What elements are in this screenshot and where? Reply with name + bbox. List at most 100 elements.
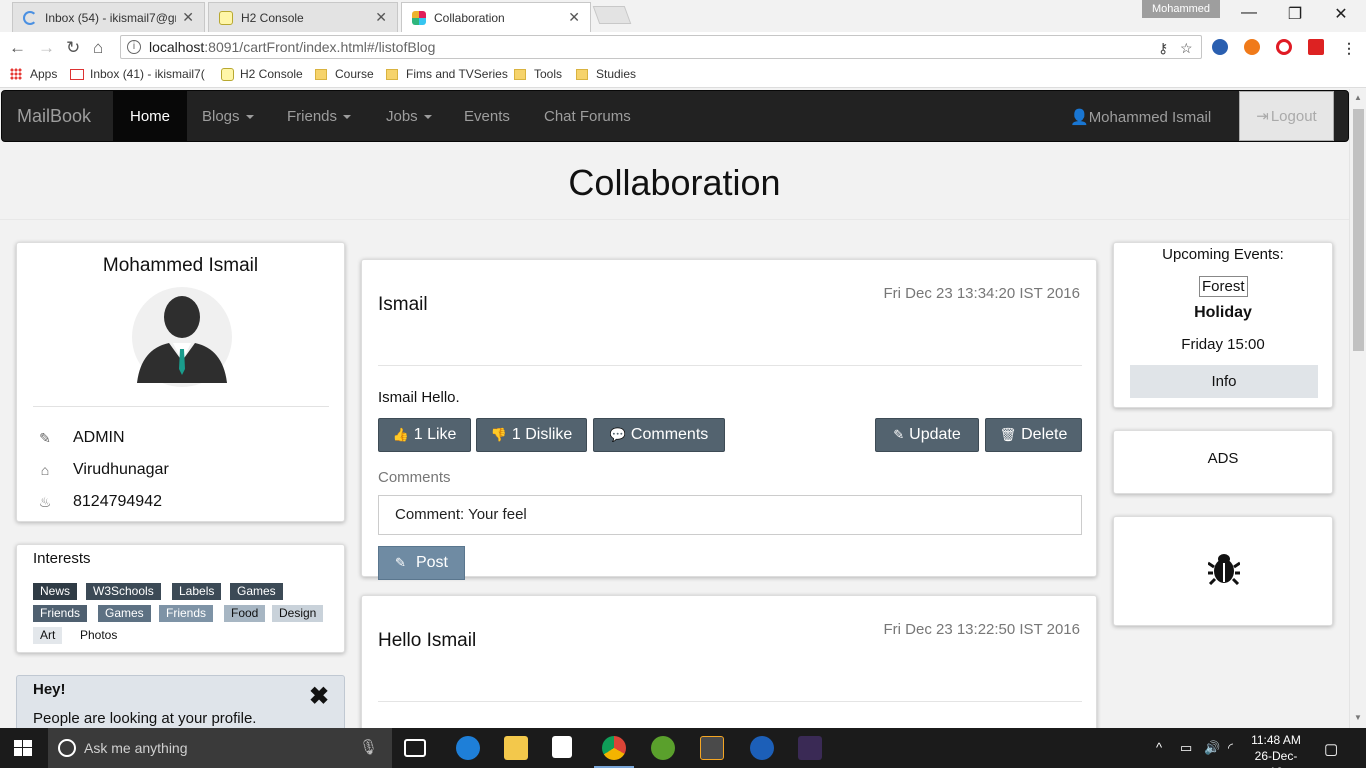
app-eagle-icon[interactable] <box>750 736 774 760</box>
nav-user[interactable]: 👤Mohammed Ismail <box>1070 108 1211 126</box>
interest-tag[interactable]: News <box>33 583 78 600</box>
task-view-icon[interactable] <box>404 739 426 757</box>
interest-tag[interactable]: W3Schools <box>86 583 161 600</box>
nav-chat-forums[interactable]: Chat Forums <box>544 108 631 125</box>
close-icon[interactable]: ✕ <box>182 9 194 26</box>
nav-friends[interactable]: Friends <box>287 108 352 125</box>
blog-title: Hello Ismail <box>378 630 477 651</box>
bookmark-inbox[interactable]: Inbox (41) - ikismail7( <box>70 67 205 81</box>
interest-tag[interactable]: Labels <box>172 583 222 600</box>
minimize-icon[interactable]: — <box>1226 4 1272 22</box>
bookmark-films[interactable]: Fims and TVSeries <box>386 67 508 81</box>
avatar <box>132 287 232 387</box>
tab-inbox[interactable]: Inbox (54) - ikismail7@gr ✕ <box>12 2 205 32</box>
logout-button[interactable]: ⇥ Logout <box>1239 91 1334 141</box>
home-icon[interactable]: ⌂ <box>93 38 103 58</box>
interest-tag[interactable]: Friends <box>159 605 214 622</box>
tray-chevron-icon[interactable]: ^ <box>1156 740 1162 755</box>
thumbs-down-icon: 👎 <box>490 427 507 442</box>
back-icon[interactable]: ← <box>9 38 26 58</box>
address-bar[interactable]: i localhost:8091/cartFront/index.html#/l… <box>120 35 1202 59</box>
birthday-cake-icon: ♨ <box>38 493 52 510</box>
volume-icon[interactable]: 🔊 <box>1204 740 1220 756</box>
pencil-icon: ✎ <box>395 555 406 570</box>
app-game-icon[interactable] <box>798 736 822 760</box>
scroll-up-icon[interactable]: ▲ <box>1354 93 1362 102</box>
scroll-down-icon[interactable]: ▼ <box>1354 713 1362 722</box>
post-button[interactable]: ✎ Post <box>378 546 465 580</box>
bookmark-studies[interactable]: Studies <box>576 67 636 81</box>
alert-title: Hey! <box>33 681 66 698</box>
comments-button[interactable]: 💬 Comments <box>593 418 725 452</box>
loading-icon <box>23 10 37 25</box>
extension-red-icon[interactable] <box>1308 39 1324 55</box>
extension-icon[interactable] <box>1212 39 1228 55</box>
tab-h2-console[interactable]: H2 Console ✕ <box>208 2 398 32</box>
taskbar-clock[interactable]: 11:48 AM 26-Dec-16 <box>1248 732 1304 768</box>
chrome-icon[interactable] <box>594 736 634 768</box>
scrollbar-thumb[interactable] <box>1353 109 1364 351</box>
windows-taskbar: Ask me anything 🎙 ^ ▭ 🔊 ◜ 11:48 AM 26-De… <box>0 728 1366 768</box>
interest-tag[interactable]: Friends <box>33 605 88 622</box>
page-scrollbar[interactable]: ▲ ▼ <box>1349 89 1366 728</box>
browser-profile-chip[interactable]: Mohammed <box>1142 0 1220 18</box>
interest-tag[interactable]: Games <box>98 605 151 622</box>
tab-collaboration[interactable]: Collaboration ✕ <box>401 2 591 32</box>
interest-tag[interactable]: Art <box>33 627 63 644</box>
nav-blogs[interactable]: Blogs <box>202 108 254 125</box>
file-explorer-icon[interactable] <box>504 736 528 760</box>
delete-button[interactable]: 🗑 Delete <box>985 418 1082 452</box>
nav-jobs[interactable]: Jobs <box>386 108 432 125</box>
microphone-icon[interactable]: 🎙 <box>359 738 378 756</box>
forward-icon[interactable]: → <box>38 38 55 58</box>
close-icon[interactable]: ✕ <box>568 9 580 26</box>
restore-icon[interactable]: ❐ <box>1272 4 1318 24</box>
reload-icon[interactable]: ↻ <box>66 38 80 58</box>
taskbar-search[interactable]: Ask me anything 🎙 <box>48 728 392 768</box>
interest-tag[interactable]: Food <box>224 605 266 622</box>
wifi-icon[interactable]: ◜ <box>1228 740 1233 756</box>
opera-icon[interactable] <box>1276 39 1292 55</box>
comment-input[interactable]: Comment: Your feel <box>378 495 1082 535</box>
nav-home[interactable]: Home <box>113 91 187 141</box>
edge-icon[interactable] <box>456 736 480 760</box>
close-icon[interactable]: ✕ <box>375 9 387 26</box>
profile-city-row: ⌂ Virudhunagar <box>35 461 169 479</box>
interest-tag[interactable]: Games <box>230 583 283 600</box>
delete-label: Delete <box>1021 426 1068 443</box>
event-info-button[interactable]: Info <box>1130 365 1318 398</box>
bookmark-star-icon[interactable]: ☆ <box>1180 40 1193 57</box>
events-card: Upcoming Events: Forest Holiday Friday 1… <box>1113 242 1333 408</box>
like-button[interactable]: 👍 1 Like <box>378 418 471 452</box>
interest-tag[interactable]: Design <box>272 605 324 622</box>
windows-start-icon[interactable] <box>14 740 32 756</box>
bookmark-label: Fims and TVSeries <box>406 67 508 81</box>
extension-fire-icon[interactable] <box>1244 39 1260 55</box>
bookmark-apps[interactable]: Apps <box>10 67 57 81</box>
folder-icon <box>514 68 526 80</box>
bookmark-label: Tools <box>534 67 563 81</box>
gmail-icon <box>70 68 84 80</box>
info-icon[interactable]: i <box>127 40 141 54</box>
thumbs-up-icon: 👍 <box>392 427 409 442</box>
utorrent-icon[interactable] <box>651 736 675 760</box>
key-icon[interactable]: ⚷ <box>1158 40 1168 57</box>
notification-icon[interactable]: ▢ <box>1324 740 1338 758</box>
bookmark-h2-console[interactable]: H2 Console <box>221 67 303 81</box>
network-icon[interactable]: ▭ <box>1180 740 1192 756</box>
bookmark-tools[interactable]: Tools <box>514 67 562 81</box>
close-icon[interactable]: ✖ <box>309 682 329 711</box>
store-icon[interactable] <box>552 736 572 758</box>
menu-icon[interactable]: ⋮ <box>1342 40 1356 57</box>
sublime-text-icon[interactable] <box>700 736 724 760</box>
dislike-button[interactable]: 👎 1 Dislike <box>476 418 587 452</box>
brand-link[interactable]: MailBook <box>17 106 91 127</box>
update-button[interactable]: ✎ Update <box>875 418 979 452</box>
window-close-icon[interactable]: ✕ <box>1318 4 1364 24</box>
interest-tag[interactable]: Photos <box>73 627 125 644</box>
bug-icon[interactable] <box>1208 551 1240 585</box>
bookmark-course[interactable]: Course <box>315 67 374 81</box>
nav-label: Friends <box>287 108 338 125</box>
new-tab-button[interactable] <box>592 6 632 24</box>
nav-events[interactable]: Events <box>464 108 510 125</box>
